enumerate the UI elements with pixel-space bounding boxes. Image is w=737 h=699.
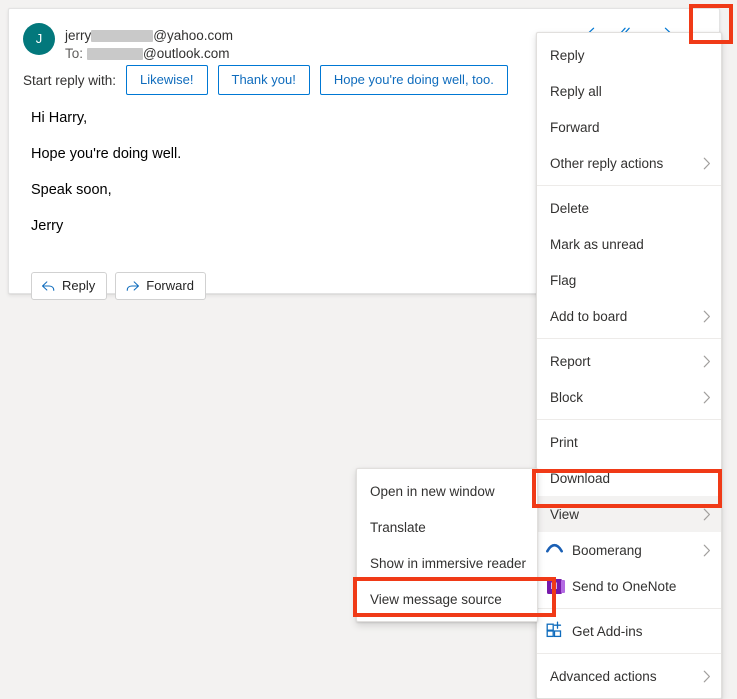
suggested-reply-chip-1[interactable]: Likewise! — [126, 65, 208, 95]
submenu-item-translate[interactable]: Translate — [357, 509, 537, 545]
chevron-right-icon — [703, 508, 711, 521]
menu-separator — [537, 185, 721, 186]
more-actions-context-menu: Reply Reply all Forward Other reply actions… — [536, 32, 722, 699]
sender-recipient-block: jerry @yahoo.com To: @outlook.com — [65, 27, 233, 63]
menu-item-label: Report — [550, 353, 591, 369]
sender-address: jerry @yahoo.com — [65, 27, 233, 45]
menu-item-forward[interactable]: Forward — [537, 109, 721, 145]
addins-icon — [546, 621, 563, 641]
menu-item-label: Flag — [550, 272, 577, 288]
menu-item-label: Add to board — [550, 308, 628, 324]
menu-item-label: Get Add-ins — [572, 623, 643, 639]
suggested-reply-chip-2[interactable]: Thank you! — [217, 65, 310, 95]
view-submenu: Open in new window Translate Show in immer… — [356, 468, 538, 622]
sender-address-domain: @yahoo.com — [153, 28, 233, 43]
submenu-item-open-in-new-window[interactable]: Open in new window — [357, 473, 537, 509]
menu-separator — [537, 419, 721, 420]
boomerang-icon — [545, 543, 563, 558]
menu-item-label: Reply all — [550, 83, 602, 99]
forward-icon — [125, 280, 140, 293]
menu-item-reply[interactable]: Reply — [537, 37, 721, 73]
menu-separator — [537, 608, 721, 609]
menu-item-label: Delete — [550, 200, 590, 216]
avatar: J — [23, 23, 55, 55]
submenu-item-view-message-source[interactable]: View message source — [357, 581, 537, 617]
menu-item-label: Download — [550, 470, 611, 486]
menu-item-label: Boomerang — [572, 542, 642, 558]
recipient-address-domain: @outlook.com — [143, 46, 230, 61]
menu-item-send-to-onenote[interactable]: N Send to OneNote — [537, 568, 721, 604]
chevron-right-icon — [703, 355, 711, 368]
reply-icon — [41, 280, 56, 293]
chevron-right-icon — [703, 544, 711, 557]
menu-item-label: Print — [550, 434, 578, 450]
menu-item-add-to-board[interactable]: Add to board — [537, 298, 721, 334]
recipient-label: To: — [65, 46, 84, 61]
onenote-icon: N — [546, 578, 565, 594]
submenu-item-label: View message source — [370, 591, 502, 607]
submenu-item-label: Show in immersive reader — [370, 555, 527, 571]
menu-separator — [537, 338, 721, 339]
menu-item-mark-as-unread[interactable]: Mark as unread — [537, 226, 721, 262]
suggested-reply-chip-3[interactable]: Hope you're doing well, too. — [319, 65, 508, 95]
menu-item-label: Mark as unread — [550, 236, 644, 252]
menu-item-boomerang[interactable]: Boomerang — [537, 532, 721, 568]
menu-item-report[interactable]: Report — [537, 343, 721, 379]
menu-item-label: View — [550, 506, 580, 522]
menu-item-view[interactable]: View — [537, 496, 721, 532]
chevron-right-icon — [703, 157, 711, 170]
email-body-actions: Reply Forward — [31, 272, 206, 300]
suggested-replies-label: Start reply with: — [23, 72, 117, 88]
menu-item-label: Send to OneNote — [572, 578, 677, 594]
reply-button[interactable]: Reply — [31, 272, 108, 300]
menu-item-other-reply-actions[interactable]: Other reply actions — [537, 145, 721, 181]
menu-separator — [537, 653, 721, 654]
menu-item-label: Forward — [550, 119, 600, 135]
suggested-replies-bar: Start reply with: Likewise! Thank you! H… — [23, 65, 508, 95]
menu-item-flag[interactable]: Flag — [537, 262, 721, 298]
menu-item-label: Block — [550, 389, 584, 405]
redacted-sender-text — [91, 30, 154, 42]
menu-item-download[interactable]: Download — [537, 460, 721, 496]
menu-item-print[interactable]: Print — [537, 424, 721, 460]
menu-item-block[interactable]: Block — [537, 379, 721, 415]
forward-button-label: Forward — [146, 278, 194, 293]
chevron-right-icon — [703, 391, 711, 404]
menu-item-get-add-ins[interactable]: Get Add-ins — [537, 613, 721, 649]
boomerang-icon — [545, 541, 563, 559]
recipient-address: To: @outlook.com — [65, 45, 233, 63]
sender-address-prefix: jerry — [65, 28, 92, 43]
menu-item-delete[interactable]: Delete — [537, 190, 721, 226]
forward-button[interactable]: Forward — [115, 272, 206, 300]
menu-item-label: Reply — [550, 47, 585, 63]
menu-item-reply-all[interactable]: Reply all — [537, 73, 721, 109]
onenote-icon: N — [545, 577, 565, 595]
submenu-item-label: Translate — [370, 519, 426, 535]
submenu-item-label: Open in new window — [370, 483, 495, 499]
redacted-recipient-text — [87, 48, 144, 60]
menu-item-advanced-actions[interactable]: Advanced actions — [537, 658, 721, 694]
chevron-right-icon — [703, 310, 711, 323]
addins-icon — [545, 621, 563, 641]
menu-item-label: Other reply actions — [550, 155, 664, 171]
reply-button-label: Reply — [62, 278, 96, 293]
menu-item-label: Advanced actions — [550, 668, 657, 684]
submenu-item-show-in-immersive-reader[interactable]: Show in immersive reader — [357, 545, 537, 581]
chevron-right-icon — [703, 670, 711, 683]
